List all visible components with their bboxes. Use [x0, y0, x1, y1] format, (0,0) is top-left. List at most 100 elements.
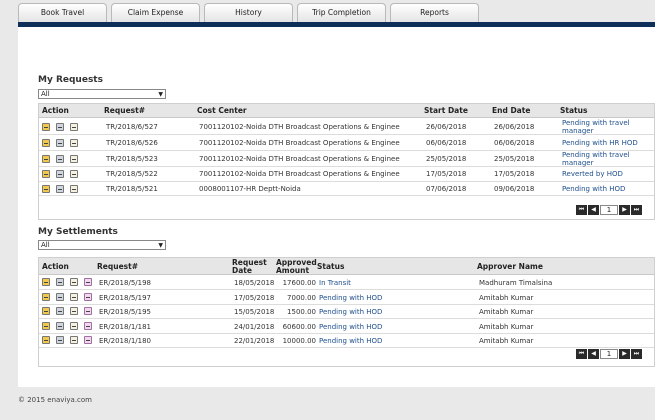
col-end-date: End Date — [492, 106, 531, 115]
tab-trip-completion[interactable]: Trip Completion — [297, 3, 386, 22]
edit-icon[interactable] — [42, 336, 50, 344]
delete-icon[interactable] — [56, 336, 64, 344]
request-number[interactable]: TR/2018/5/523 — [106, 155, 158, 163]
print-icon[interactable] — [84, 292, 92, 301]
view-icon[interactable] — [70, 278, 78, 286]
tab-history[interactable]: History — [204, 3, 293, 22]
approved-amount: 60600.00 — [282, 322, 316, 331]
next-page-icon[interactable]: ▶ — [619, 349, 630, 359]
table-row: TR/2018/6/527 7001120102-Noida DTH Broadc… — [39, 119, 654, 135]
settlements-filter-select[interactable]: All ▼ — [38, 240, 166, 250]
edit-icon[interactable] — [42, 122, 50, 131]
edit-icon[interactable] — [42, 170, 50, 178]
request-number[interactable]: TR/2018/6/526 — [106, 139, 158, 147]
prev-page-icon[interactable]: ◀ — [588, 349, 599, 359]
status-text[interactable]: Pending with HOD — [319, 337, 382, 345]
cost-center: 7001120102-Noida DTH Broadcast Operation… — [199, 154, 400, 163]
first-page-icon[interactable]: ⏮ — [576, 349, 587, 359]
requests-filter-value: All — [41, 90, 50, 98]
settlements-table: Action Request# Request Date Approved Am… — [38, 257, 655, 367]
prev-page-icon[interactable]: ◀ — [588, 205, 599, 215]
approver-name: Madhuram Timalsina — [479, 279, 553, 287]
table-row: TR/2018/5/521 0008001107-HR Deptt-Noida 07… — [39, 182, 654, 196]
col-request-date-line2: Date — [232, 266, 252, 275]
edit-icon[interactable] — [42, 154, 50, 163]
tab-claim-expense[interactable]: Claim Expense — [111, 3, 200, 22]
end-date: 26/06/2018 — [494, 122, 535, 131]
view-icon[interactable] — [70, 184, 78, 193]
content-panel: My Requests All ▼ Action Request# Cost C… — [18, 27, 655, 387]
edit-icon[interactable] — [42, 184, 50, 193]
status-text[interactable]: Pending with HOD — [319, 294, 382, 302]
delete-icon[interactable] — [56, 184, 64, 193]
approved-amount: 1500.00 — [287, 308, 316, 316]
my-settlements-title: My Settlements — [38, 227, 118, 237]
edit-icon[interactable] — [42, 292, 50, 301]
footer-copyright: © 2015 enaviya.com — [18, 396, 92, 404]
print-icon[interactable] — [84, 278, 92, 286]
next-page-icon[interactable]: ▶ — [619, 205, 630, 215]
status-text[interactable]: Pending with HOD — [319, 323, 382, 331]
tab-book-travel[interactable]: Book Travel — [18, 3, 107, 22]
edit-icon[interactable] — [42, 138, 50, 147]
approver-name: Amitabh Kumar — [479, 322, 534, 331]
view-icon[interactable] — [70, 307, 78, 315]
last-page-icon[interactable]: ⏭ — [631, 205, 642, 215]
start-date: 25/05/2018 — [426, 154, 467, 163]
status-text[interactable]: Pending with travel manager — [562, 119, 652, 135]
requests-filter-select[interactable]: All ▼ — [38, 89, 166, 99]
delete-icon[interactable] — [56, 170, 64, 178]
request-date: 18/05/2018 — [234, 279, 275, 287]
first-page-icon[interactable]: ⏮ — [576, 205, 587, 215]
cost-center: 7001120102-Noida DTH Broadcast Operation… — [199, 138, 400, 147]
edit-icon[interactable] — [42, 278, 50, 286]
edit-icon[interactable] — [42, 321, 50, 330]
approver-name: Amitabh Kumar — [479, 337, 534, 345]
delete-icon[interactable] — [56, 154, 64, 163]
view-icon[interactable] — [70, 122, 78, 131]
requests-header: Action Request# Cost Center Start Date E… — [39, 104, 654, 118]
start-date: 17/05/2018 — [426, 170, 467, 178]
last-page-icon[interactable]: ⏭ — [631, 349, 642, 359]
col-start-date: Start Date — [424, 106, 468, 115]
delete-icon[interactable] — [56, 122, 64, 131]
print-icon[interactable] — [84, 321, 92, 330]
page-number[interactable]: 1 — [600, 349, 618, 359]
request-number[interactable]: TR/2018/5/522 — [106, 170, 158, 178]
tab-reports[interactable]: Reports — [390, 3, 479, 22]
view-icon[interactable] — [70, 170, 78, 178]
view-icon[interactable] — [70, 336, 78, 344]
status-text[interactable]: Pending with HOD — [319, 308, 382, 316]
view-icon[interactable] — [70, 292, 78, 301]
table-row: TR/2018/6/526 7001120102-Noida DTH Broadc… — [39, 135, 654, 151]
status-text[interactable]: Pending with HR HOD — [562, 139, 652, 147]
print-icon[interactable] — [84, 307, 92, 315]
status-text[interactable]: Pending with travel manager — [562, 151, 652, 167]
delete-icon[interactable] — [56, 292, 64, 301]
print-icon[interactable] — [84, 336, 92, 344]
page-number[interactable]: 1 — [600, 205, 618, 215]
edit-icon[interactable] — [42, 307, 50, 315]
request-number[interactable]: ER/2018/5/195 — [99, 308, 151, 316]
request-number[interactable]: TR/2018/6/527 — [106, 123, 158, 131]
request-number[interactable]: ER/2018/5/197 — [99, 294, 151, 302]
status-text[interactable]: Pending with HOD — [562, 185, 652, 193]
request-number[interactable]: ER/2018/1/181 — [99, 323, 151, 331]
start-date: 07/06/2018 — [426, 184, 467, 193]
settlements-filter-value: All — [41, 241, 50, 249]
request-number[interactable]: ER/2018/1/180 — [99, 337, 151, 345]
request-number[interactable]: TR/2018/5/521 — [106, 185, 158, 193]
view-icon[interactable] — [70, 154, 78, 163]
status-text[interactable]: In Transit — [319, 279, 351, 287]
delete-icon[interactable] — [56, 278, 64, 286]
view-icon[interactable] — [70, 321, 78, 330]
delete-icon[interactable] — [56, 321, 64, 330]
delete-icon[interactable] — [56, 307, 64, 315]
table-row: ER/2018/5/198 18/05/2018 17600.00 In Transi… — [39, 276, 654, 290]
requests-pager: ⏮ ◀ 1 ▶ ⏭ — [576, 205, 643, 215]
status-text[interactable]: Reverted by HOD — [562, 170, 652, 178]
delete-icon[interactable] — [56, 138, 64, 147]
view-icon[interactable] — [70, 138, 78, 147]
request-date: 24/01/2018 — [234, 322, 275, 331]
request-number[interactable]: ER/2018/5/198 — [99, 279, 151, 287]
